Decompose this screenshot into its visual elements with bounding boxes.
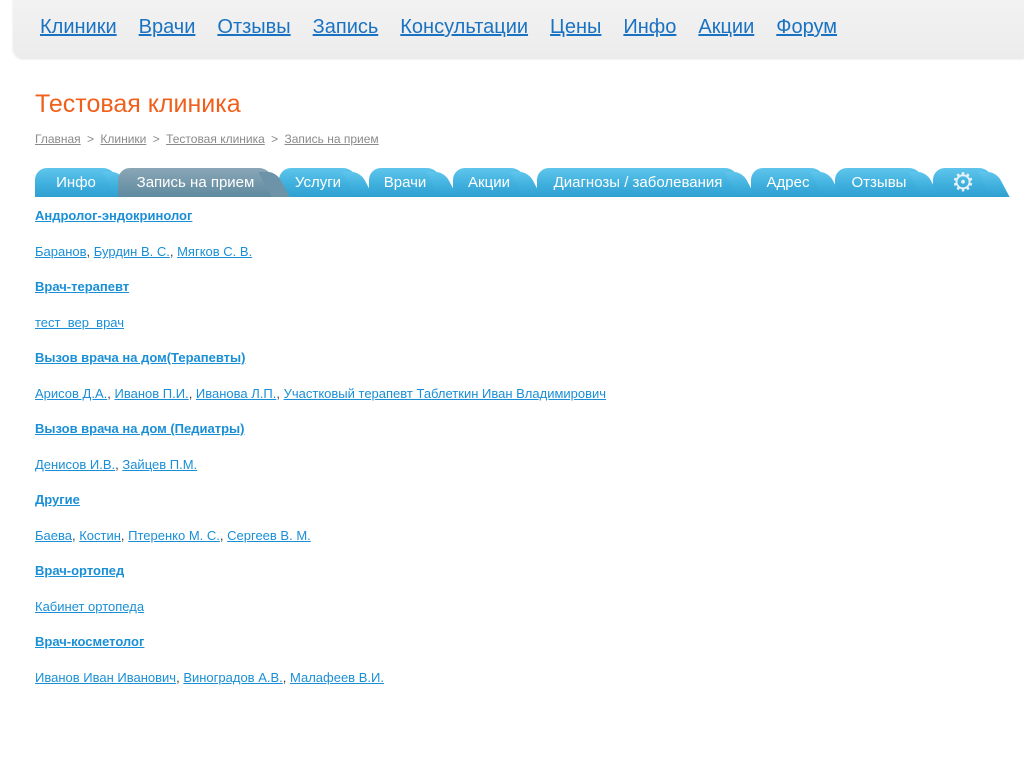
doctor-list: Баранов, Бурдин В. С., Мягков С. В. [35, 244, 253, 259]
tab-doctors[interactable]: Врачи [369, 168, 441, 197]
specialty-title[interactable]: Вызов врача на дом(Терапевты) [35, 350, 995, 365]
doctor-link[interactable]: Кабинет ортопеда [35, 599, 144, 614]
gear-icon: ⚙ [951, 167, 975, 197]
main-menu: Клиники Врачи Отзывы Запись Консультации… [40, 16, 859, 39]
top-nav-bar: Клиники Врачи Отзывы Запись Консультации… [13, 0, 1024, 58]
nav-link-clinics[interactable]: Клиники [40, 16, 117, 39]
specialty-group: Врач-ортопед Кабинет ортопеда [35, 563, 995, 614]
doctor-link[interactable]: Баева [35, 528, 72, 543]
tab-promotions[interactable]: Акции [453, 168, 525, 197]
doctor-list: тест вер врач [35, 315, 995, 330]
nav-link-doctors[interactable]: Врачи [139, 16, 196, 39]
doctor-link[interactable]: Арисов Д.А. [35, 386, 107, 401]
specialty-title[interactable]: Другие [35, 492, 995, 507]
nav-link-promotions[interactable]: Акции [698, 16, 754, 39]
doctor-list: Денисов И.В., Зайцев П.М. [35, 457, 198, 472]
specialty-group: Вызов врача на дом (Педиатры) Денисов И.… [35, 421, 995, 472]
tab-info[interactable]: Инфо [35, 168, 117, 197]
breadcrumb-clinic[interactable]: Тестовая клиника [166, 132, 265, 146]
doctor-link[interactable]: Бурдин В. С. [94, 244, 170, 259]
appointment-list: Андролог-эндокринолог Баранов, Бурдин В.… [35, 208, 995, 705]
doctor-link[interactable]: Мягков С. В. [177, 244, 252, 259]
tab-address[interactable]: Адрес [751, 168, 825, 197]
specialty-title[interactable]: Врач-ортопед [35, 563, 995, 578]
nav-link-consultations[interactable]: Консультации [400, 16, 528, 39]
specialty-title[interactable]: Андролог-эндокринолог [35, 208, 995, 223]
nav-link-appointment[interactable]: Запись [313, 16, 379, 39]
tab-reviews[interactable]: Отзывы [835, 168, 923, 197]
breadcrumb-separator: > [152, 132, 160, 146]
tab-diagnoses[interactable]: Диагнозы / заболевания [537, 168, 739, 197]
doctor-list: Баева, Костин, Птеренко М. С., Сергеев В… [35, 528, 311, 543]
doctor-link[interactable]: Иванов П.И. [115, 386, 189, 401]
nav-link-info[interactable]: Инфо [623, 16, 676, 39]
doctor-list: Арисов Д.А., Иванов П.И., Иванова Л.П., … [35, 386, 607, 401]
tab-services[interactable]: Услуги [279, 168, 357, 197]
specialty-title[interactable]: Врач-косметолог [35, 634, 995, 649]
breadcrumb-home[interactable]: Главная [35, 132, 81, 146]
doctor-link[interactable]: Виноградов А.В. [183, 670, 282, 685]
clinic-tabs: Инфо Запись на прием Услуги Врачи Акции … [35, 168, 1010, 197]
breadcrumb-separator: > [271, 132, 279, 146]
doctor-link[interactable]: Малафеев В.И. [290, 670, 384, 685]
specialty-title[interactable]: Врач-терапевт [35, 279, 995, 294]
tab-appointment[interactable]: Запись на прием [118, 168, 273, 197]
doctor-link[interactable]: Иванов Иван Иванович [35, 670, 176, 685]
specialty-group: Врач-терапевт тест вер врач [35, 279, 995, 330]
doctor-link[interactable]: Птеренко М. С. [128, 528, 220, 543]
breadcrumb-current[interactable]: Запись на прием [285, 132, 379, 146]
specialty-group: Вызов врача на дом(Терапевты) Арисов Д.А… [35, 350, 995, 401]
doctor-link[interactable]: Денисов И.В. [35, 457, 115, 472]
nav-link-prices[interactable]: Цены [550, 16, 601, 39]
doctor-link[interactable]: тест вер врач [35, 315, 124, 330]
specialty-title[interactable]: Вызов врача на дом (Педиатры) [35, 421, 995, 436]
doctor-link[interactable]: Баранов [35, 244, 87, 259]
doctor-link[interactable]: Участковый терапевт Таблеткин Иван Влади… [284, 386, 606, 401]
doctor-link[interactable]: Зайцев П.М. [122, 457, 197, 472]
specialty-group: Другие Баева, Костин, Птеренко М. С., Се… [35, 492, 995, 543]
nav-link-forum[interactable]: Форум [776, 16, 837, 39]
specialty-group: Врач-косметолог Иванов Иван Иванович, Ви… [35, 634, 995, 685]
breadcrumb-separator: > [87, 132, 95, 146]
specialty-group: Андролог-эндокринолог Баранов, Бурдин В.… [35, 208, 995, 259]
doctor-list: Иванов Иван Иванович, Виноградов А.В., М… [35, 670, 384, 685]
breadcrumb: Главная > Клиники > Тестовая клиника > З… [35, 132, 379, 146]
nav-link-reviews[interactable]: Отзывы [217, 16, 290, 39]
tab-settings[interactable]: ⚙ [933, 168, 993, 197]
doctor-link[interactable]: Сергеев В. М. [227, 528, 311, 543]
doctor-link[interactable]: Иванова Л.П. [196, 386, 276, 401]
doctor-link[interactable]: Костин [79, 528, 121, 543]
doctor-list: Кабинет ортопеда [35, 599, 995, 614]
page-title: Тестовая клиника [35, 90, 241, 118]
breadcrumb-clinics[interactable]: Клиники [100, 132, 146, 146]
